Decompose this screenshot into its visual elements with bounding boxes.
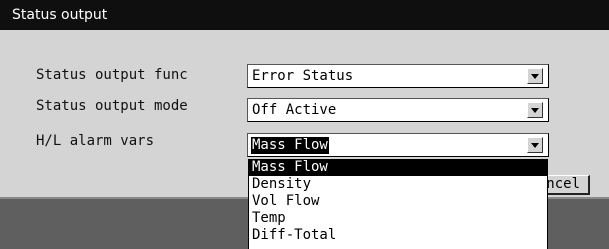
window-title: Status output (0, 0, 609, 30)
status-output-func-label: Status output func (36, 67, 188, 83)
chevron-down-icon[interactable] (527, 102, 543, 118)
status-output-func-value: Error Status (252, 68, 354, 84)
dropdown-option-mass-flow[interactable]: Mass Flow (249, 159, 547, 176)
hl-alarm-vars-dropdown-list[interactable]: Mass Flow Density Vol Flow Temp Diff-Tot… (248, 159, 548, 249)
status-output-mode-select[interactable]: Off Active (247, 98, 549, 122)
hl-alarm-vars-select[interactable]: Mass Flow (247, 133, 549, 157)
chevron-down-icon[interactable] (527, 137, 543, 153)
hl-alarm-vars-label: H/L alarm vars (36, 133, 155, 149)
chevron-down-icon[interactable] (527, 68, 543, 84)
status-output-mode-value: Off Active (252, 102, 337, 118)
hl-alarm-vars-value: Mass Flow (251, 137, 329, 154)
dropdown-option-temp[interactable]: Temp (249, 210, 547, 227)
status-output-mode-label: Status output mode (36, 98, 188, 114)
status-output-window: Status output Status output func Error S… (0, 0, 609, 249)
dropdown-option-diff-total[interactable]: Diff-Total (249, 227, 547, 244)
dropdown-option-vol-flow[interactable]: Vol Flow (249, 193, 547, 210)
dropdown-option-density[interactable]: Density (249, 176, 547, 193)
status-output-func-select[interactable]: Error Status (247, 64, 549, 88)
